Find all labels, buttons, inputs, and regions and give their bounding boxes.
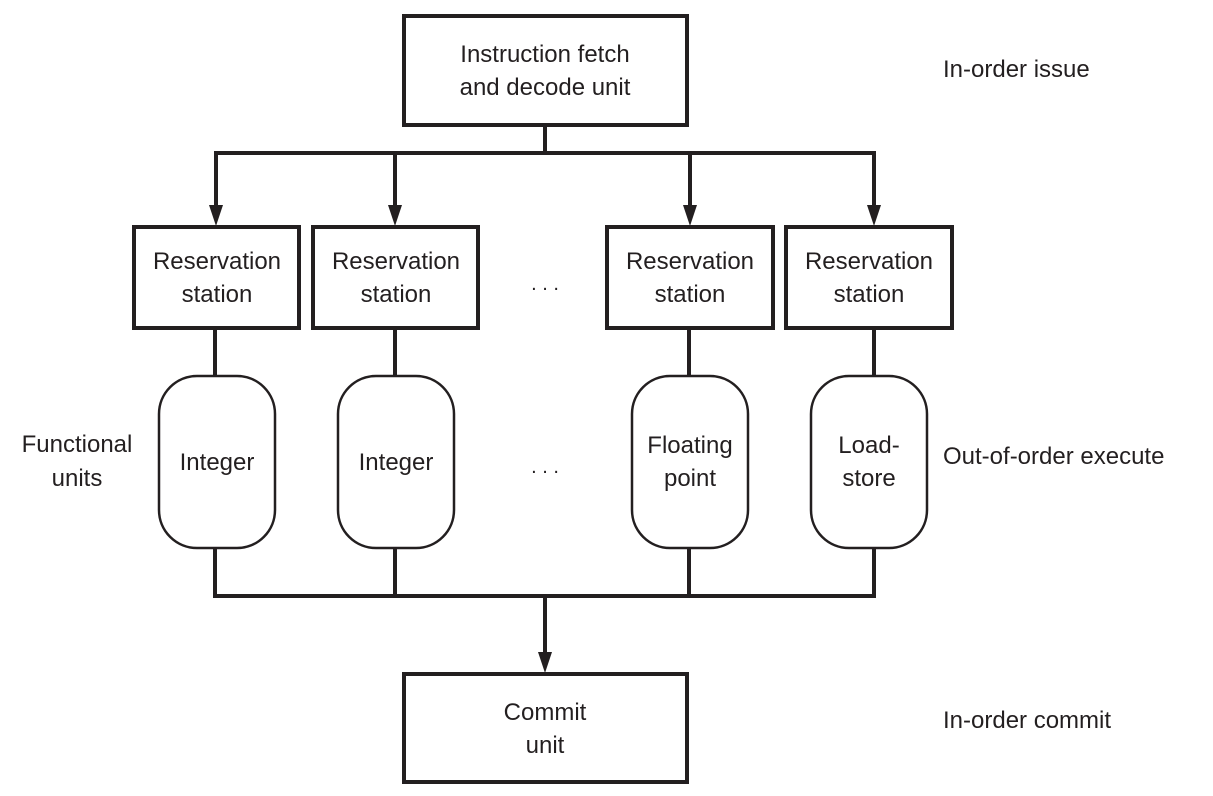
rs-label: station — [655, 281, 726, 308]
commit-unit-line1: Commit — [504, 699, 587, 726]
arrow-down-icon — [209, 205, 223, 226]
functional-unit-floating-point: Floating point — [630, 374, 750, 550]
rs-label: Reservation — [805, 248, 933, 275]
issue-bus — [209, 125, 881, 226]
arrow-down-icon — [683, 205, 697, 226]
fu-label: Load- — [838, 432, 899, 459]
functional-units-label-line2: units — [52, 465, 103, 492]
reservation-station-3: Reservation station — [605, 225, 775, 330]
rs-label: Reservation — [332, 248, 460, 275]
functional-unit-load-store: Load- store — [809, 374, 929, 550]
reservation-station-2: Reservation station — [311, 225, 480, 330]
in-order-commit-label: In-order commit — [943, 707, 1111, 734]
functional-unit-integer-2: Integer — [336, 374, 456, 550]
commit-unit: Commit unit — [402, 672, 689, 784]
arrow-down-icon — [867, 205, 881, 226]
arrow-down-icon — [388, 205, 402, 226]
fu-label: store — [842, 465, 895, 492]
functional-units-label-line1: Functional — [22, 431, 133, 458]
reservation-station-1: Reservation station — [132, 225, 301, 330]
tomasulo-pipeline-diagram: Instruction fetch and decode unit Reserv… — [22, 14, 1164, 784]
commit-unit-line2: unit — [526, 732, 565, 759]
fetch-unit-line2: and decode unit — [460, 74, 631, 101]
fu-label: point — [664, 465, 716, 492]
rs-label: Reservation — [153, 248, 281, 275]
fu-label: Integer — [359, 449, 434, 476]
rs-label: station — [182, 281, 253, 308]
ellipsis-stations: . . . — [531, 273, 559, 295]
rs-label: station — [361, 281, 432, 308]
out-of-order-execute-label: Out-of-order execute — [943, 443, 1164, 470]
fetch-unit-line1: Instruction fetch — [460, 41, 629, 68]
fetch-decode-unit: Instruction fetch and decode unit — [402, 14, 689, 127]
functional-unit-integer-1: Integer — [157, 374, 277, 550]
rs-to-fu-wires — [213, 328, 876, 377]
in-order-issue-label: In-order issue — [943, 56, 1090, 83]
arrow-down-icon — [538, 652, 552, 673]
rs-label: Reservation — [626, 248, 754, 275]
rs-label: station — [834, 281, 905, 308]
reservation-station-4: Reservation station — [784, 225, 954, 330]
fu-label: Integer — [180, 449, 255, 476]
ellipsis-units: . . . — [531, 456, 559, 478]
fu-label: Floating — [647, 432, 732, 459]
result-bus — [213, 548, 876, 673]
